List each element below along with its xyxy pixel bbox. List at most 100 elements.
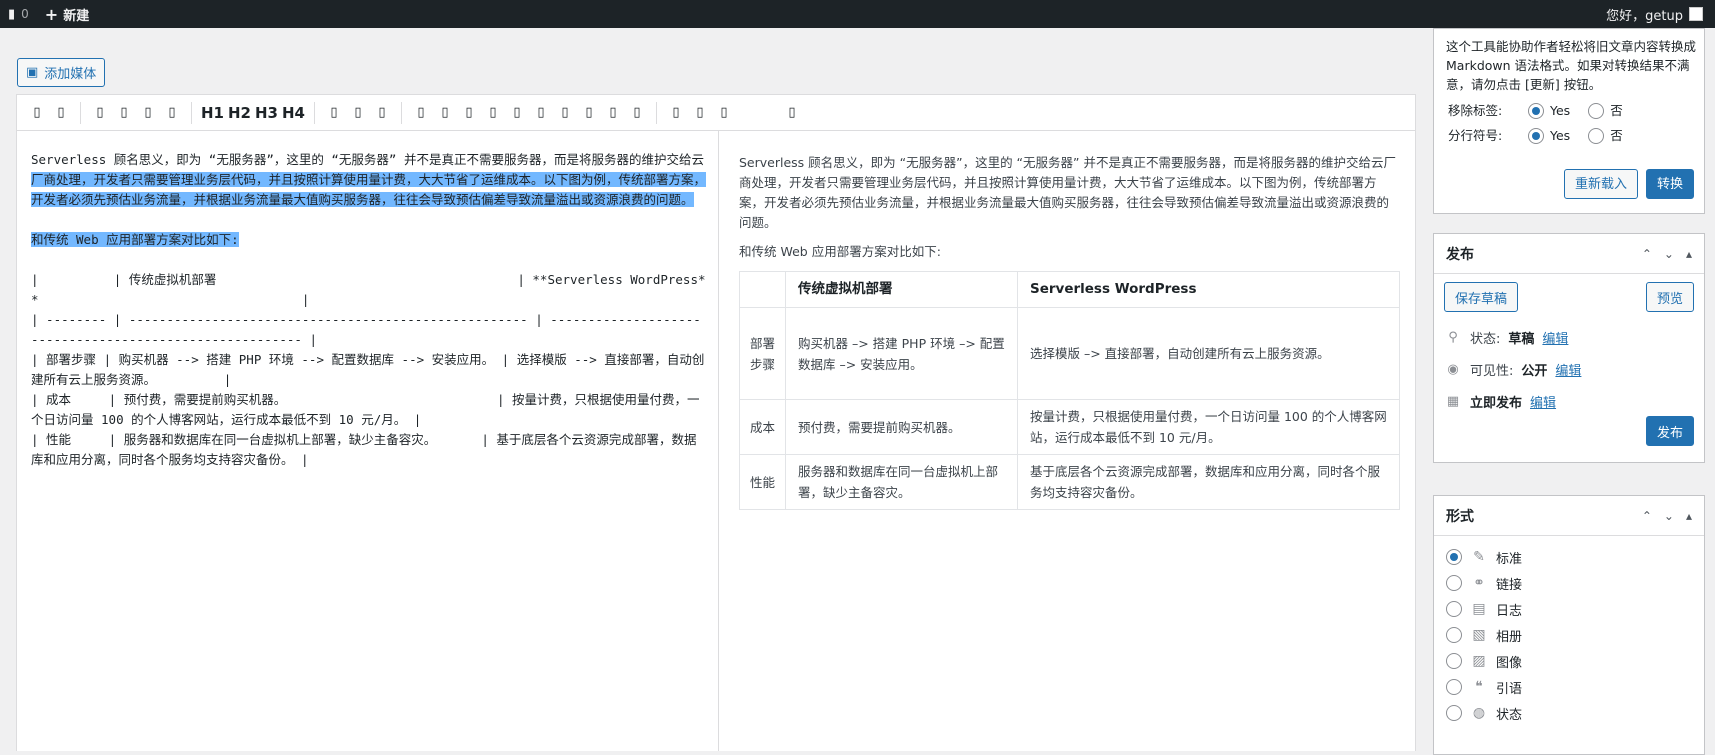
format-radio[interactable]: [1446, 575, 1462, 591]
format-option-status[interactable]: ◍ 状态: [1446, 700, 1692, 726]
sidebar: 这个工具能协助作者轻松将旧文章内容转换成 Markdown 语法格式。如果对转换…: [1433, 28, 1705, 755]
format-radio[interactable]: [1446, 679, 1462, 695]
format-box-header[interactable]: 形式 ⌃ ⌄ ▴: [1434, 496, 1704, 536]
remove-tags-yes-radio[interactable]: [1528, 102, 1544, 119]
task-list-icon[interactable]: ▯: [370, 105, 394, 120]
h2-button[interactable]: H2: [226, 104, 253, 122]
format-label: 日志: [1496, 603, 1523, 619]
format-box-title: 形式: [1446, 508, 1474, 525]
move-up-icon[interactable]: ⌃: [1642, 247, 1652, 261]
italic-icon[interactable]: ▯: [49, 105, 73, 120]
format-option-link[interactable]: ⚭ 链接: [1446, 570, 1692, 596]
quote-icon[interactable]: ▯: [112, 105, 136, 120]
undo-icon[interactable]: ▯: [505, 105, 529, 120]
preview-button[interactable]: 预览: [1645, 282, 1694, 312]
converter-description: 这个工具能协助作者轻松将旧文章内容转换成 Markdown 语法格式。如果对转换…: [1446, 39, 1697, 92]
format-option-image[interactable]: ▨ 图像: [1446, 648, 1692, 674]
edit-visibility-link[interactable]: 编辑: [1555, 360, 1581, 379]
flowchart-icon[interactable]: ▯: [601, 105, 625, 120]
pin-icon: ⚲: [1448, 330, 1458, 345]
publish-box: 发布 ⌃ ⌄ ▴ 保存草稿 预览 ⚲ 状态: 草稿 编辑 ◉ 可见性: 公开 编…: [1433, 233, 1705, 463]
h4-button[interactable]: H4: [280, 104, 307, 122]
line-break-row: 分行符号: Yes 否: [1446, 126, 1692, 145]
source-text: Serverless 顾名思义，即为 “无服务器”，这里的 “无服务器” 并不是…: [31, 150, 707, 250]
redo-icon[interactable]: ▯: [529, 105, 553, 120]
format-radio[interactable]: [1446, 549, 1462, 565]
admin-bar: ▮ 0 + 新建 您好，getup: [0, 0, 1715, 28]
h1-button[interactable]: H1: [199, 104, 226, 122]
new-content-menu[interactable]: + 新建: [37, 0, 97, 28]
convert-button[interactable]: 转换: [1645, 169, 1694, 199]
format-option-standard[interactable]: ✎ 标准: [1446, 544, 1692, 570]
table-cell: 部署步骤: [739, 307, 786, 400]
format-label: 相册: [1496, 629, 1523, 645]
edit-status-link[interactable]: 编辑: [1542, 328, 1568, 347]
publish-box-title: 发布: [1446, 246, 1474, 263]
table-cell: 成本: [739, 399, 786, 455]
table-cell: 性能: [739, 454, 786, 510]
publish-box-header[interactable]: 发布 ⌃ ⌄ ▴: [1434, 234, 1704, 274]
emoji-icon[interactable]: ▯: [553, 105, 577, 120]
comment-icon: ▮: [8, 6, 16, 22]
preview-para1: Serverless 顾名思义，即为 “无服务器”，这里的 “无服务器” 并不是…: [739, 155, 1396, 230]
markdown-preview: Serverless 顾名思义，即为 “无服务器”，这里的 “无服务器” 并不是…: [719, 131, 1417, 751]
editor-area: ▣ 添加媒体 ▯ ▯ ▯ ▯ ▯ ▯ H1 H2 H3 H4 ▯ ▯ ▯ ▯ ▯…: [16, 50, 1417, 751]
format-option-aside[interactable]: ▤ 日志: [1446, 596, 1692, 622]
edit-schedule-link[interactable]: 编辑: [1530, 392, 1556, 411]
account-menu[interactable]: 您好，getup: [1606, 0, 1703, 28]
move-down-icon[interactable]: ⌄: [1664, 509, 1674, 523]
no-label: 否: [1610, 128, 1623, 143]
fullscreen-icon[interactable]: ▯: [688, 105, 712, 120]
table-icon[interactable]: ▯: [433, 105, 457, 120]
image-icon[interactable]: ▯: [409, 105, 433, 120]
remove-tags-no-radio[interactable]: [1588, 102, 1605, 119]
markdown-toolbar: ▯ ▯ ▯ ▯ ▯ ▯ H1 H2 H3 H4 ▯ ▯ ▯ ▯ ▯ ▯ ▯ ▯ …: [16, 94, 1416, 131]
eye-icon: ◉: [1447, 362, 1459, 377]
format-radio[interactable]: [1446, 653, 1462, 669]
preview-toggle-icon[interactable]: ▯: [664, 105, 688, 120]
save-draft-button[interactable]: 保存草稿: [1444, 282, 1519, 312]
format-radio[interactable]: [1446, 627, 1462, 643]
code-block-icon[interactable]: ▯: [481, 105, 505, 120]
link-icon[interactable]: ▯: [160, 105, 184, 120]
format-label: 链接: [1496, 577, 1523, 593]
format-options: ✎ 标准 ⚭ 链接 ▤ 日志 ▧ 相册 ▨ 图像 ❝ 引语 ◍ 状态: [1434, 536, 1704, 734]
visibility-label: 可见性:: [1470, 364, 1514, 379]
format-label: 引语: [1496, 681, 1523, 697]
yes-label: Yes: [1550, 103, 1571, 118]
line-break-no-radio[interactable]: [1588, 127, 1605, 144]
format-option-quote[interactable]: ❝ 引语: [1446, 674, 1692, 700]
help-icon[interactable]: ▯: [780, 105, 804, 120]
move-up-icon[interactable]: ⌃: [1642, 509, 1652, 523]
hr-icon[interactable]: ▯: [457, 105, 481, 120]
publish-button[interactable]: 发布: [1645, 416, 1694, 446]
collapse-icon[interactable]: ▴: [1686, 247, 1692, 261]
h3-button[interactable]: H3: [253, 104, 280, 122]
converter-actions: 重新载入 转换: [1563, 169, 1694, 199]
format-radio[interactable]: [1446, 705, 1462, 721]
markdown-source[interactable]: Serverless 顾名思义，即为 “无服务器”，这里的 “无服务器” 并不是…: [17, 131, 719, 751]
table-cell: 服务器和数据库在同一台虚拟机上部署，缺少主备容灾。: [785, 454, 1018, 510]
toc-icon[interactable]: ▯: [625, 105, 649, 120]
format-option-gallery[interactable]: ▧ 相册: [1446, 622, 1692, 648]
table-cell: 按量计费，只根据使用量付费，一个日访问量 100 的个人博客网站，运行成本最低不…: [1017, 399, 1400, 455]
table-cell: 购买机器 –> 搭建 PHP 环境 –> 配置数据库 –> 安装应用。: [785, 307, 1018, 400]
code-icon[interactable]: ▯: [136, 105, 160, 120]
strikethrough-icon[interactable]: ▯: [88, 105, 112, 120]
status-label: 状态:: [1470, 332, 1501, 347]
clear-icon[interactable]: ▯: [712, 105, 736, 120]
add-media-button[interactable]: ▣ 添加媒体: [17, 58, 106, 87]
comments-menu[interactable]: ▮ 0: [0, 0, 37, 28]
bold-icon[interactable]: ▯: [25, 105, 49, 120]
format-radio[interactable]: [1446, 601, 1462, 617]
collapse-icon[interactable]: ▴: [1686, 509, 1692, 523]
line-break-yes-radio[interactable]: [1528, 127, 1544, 144]
move-down-icon[interactable]: ⌄: [1664, 247, 1674, 261]
quote-icon: ❝: [1475, 679, 1483, 695]
unordered-list-icon[interactable]: ▯: [322, 105, 346, 120]
ordered-list-icon[interactable]: ▯: [346, 105, 370, 120]
reload-button[interactable]: 重新载入: [1563, 169, 1638, 199]
avatar: [1689, 7, 1703, 21]
visibility-value: 公开: [1521, 364, 1548, 379]
math-icon[interactable]: ▯: [577, 105, 601, 120]
